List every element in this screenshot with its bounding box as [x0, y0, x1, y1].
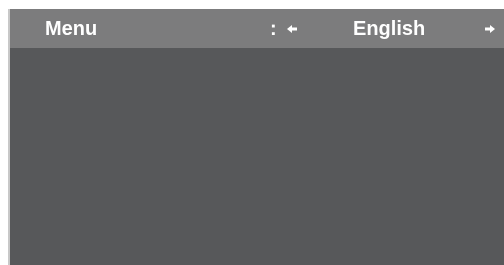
menu-label: Menu — [45, 18, 98, 40]
arrow-right-icon[interactable] — [485, 18, 497, 40]
arrow-left-icon[interactable] — [287, 18, 299, 40]
language-value: English — [353, 18, 426, 40]
menu-separator: : — [270, 18, 277, 40]
osd-screen: Menu : English — [8, 9, 504, 265]
menu-content-area — [10, 48, 504, 265]
menu-row[interactable]: Menu : English — [10, 9, 504, 48]
